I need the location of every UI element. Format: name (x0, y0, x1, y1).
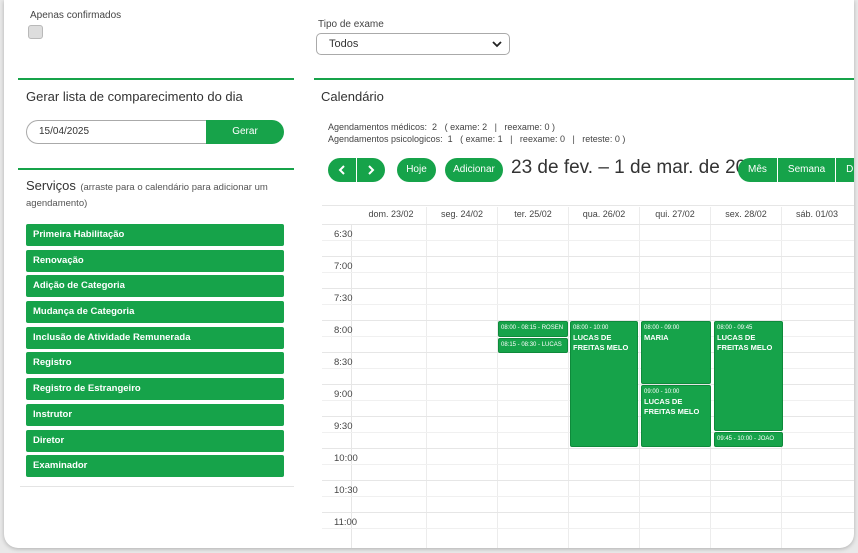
calendario-title: Calendário (321, 89, 384, 104)
grid-line (322, 496, 854, 497)
day-header-thu: qui. 27/02 (655, 209, 695, 219)
event-name: MARIA (644, 333, 669, 342)
comparecimento-date-input[interactable]: 15/04/2025 (26, 120, 208, 144)
calendar-event[interactable]: 09:45 - 10:00 - JOAO (714, 432, 783, 447)
event-time: 08:00 - 08:15 - ROSEN (501, 325, 564, 331)
day-header-fri: sex. 28/02 (725, 209, 767, 219)
tipo-exame-select[interactable]: Todos (316, 33, 510, 55)
comparecimento-title: Gerar lista de comparecimento do dia (26, 89, 243, 104)
grid-line (322, 512, 854, 513)
time-label: 7:00 (334, 261, 353, 272)
time-label: 11:00 (334, 517, 358, 528)
tipo-exame-value: Todos (329, 38, 359, 50)
servicos-card: Serviços (arraste para o calendário para… (18, 168, 294, 216)
time-label: 8:00 (334, 325, 353, 336)
grid-line (322, 480, 854, 481)
tipo-exame-label: Tipo de exame (318, 19, 384, 30)
event-time: 09:00 - 10:00 (644, 389, 680, 395)
grid-line (322, 224, 854, 225)
time-column (322, 225, 352, 548)
comparecimento-card: Gerar lista de comparecimento do dia (18, 78, 294, 158)
chevron-right-icon (368, 165, 375, 175)
service-instrutor[interactable]: Instrutor (26, 403, 284, 426)
event-name: LUCAS DE FREITAS MELO (644, 397, 700, 416)
time-label: 7:30 (334, 293, 353, 304)
day-header-sun: dom. 23/02 (368, 209, 414, 219)
day-header-tue: ter. 25/02 (514, 209, 552, 219)
grid-line (322, 448, 854, 449)
date-range-title: 23 de fev. – 1 de mar. de 2025 (511, 157, 768, 178)
psicologicos-count: Agendamentos psicologicos: 1 ( exame: 1 … (328, 134, 626, 144)
event-time: 08:00 - 10:00 (573, 325, 609, 331)
grid-line (322, 528, 854, 529)
event-time: 08:15 - 08:30 - LUCAS (501, 342, 562, 348)
time-label: 9:00 (334, 389, 353, 400)
chevron-down-icon (492, 41, 502, 48)
calendar-event[interactable]: 09:00 - 10:00 LUCAS DE FREITAS MELO (641, 385, 711, 447)
event-time: 09:45 - 10:00 - JOAO (717, 436, 775, 442)
service-primeira-habilitacao[interactable]: Primeira Habilitação (26, 224, 284, 246)
view-day-button[interactable]: Dia (836, 158, 854, 182)
services-divider (20, 486, 294, 487)
service-registro-estrangeiro[interactable]: Registro de Estrangeiro (26, 378, 284, 401)
service-registro[interactable]: Registro (26, 352, 284, 375)
grid-line (322, 272, 854, 273)
hoje-button[interactable]: Hoje (397, 158, 436, 182)
time-label: 9:30 (334, 421, 353, 432)
gerar-button[interactable]: Gerar (206, 120, 284, 144)
day-header-wed: qua. 26/02 (582, 209, 626, 219)
service-renovacao[interactable]: Renovação (26, 249, 284, 272)
view-month-button[interactable]: Mês (738, 158, 778, 182)
event-time: 08:00 - 09:00 (644, 325, 680, 331)
grid-line (322, 464, 854, 465)
day-header-mon: seg. 24/02 (440, 209, 484, 219)
event-name: LUCAS DE FREITAS MELO (717, 333, 773, 352)
medicos-count: Agendamentos médicos: 2 ( exame: 2 | ree… (328, 122, 555, 132)
service-mudanca-categoria[interactable]: Mudança de Categoria (26, 301, 284, 324)
calendar-event[interactable]: 08:00 - 08:15 - ROSEN (498, 321, 568, 337)
time-label: 8:30 (334, 357, 353, 368)
service-examinador[interactable]: Examinador (26, 455, 284, 478)
service-diretor[interactable]: Diretor (26, 429, 284, 452)
time-label: 10:30 (334, 485, 358, 496)
calendar-event[interactable]: 08:15 - 08:30 - LUCAS (498, 338, 568, 353)
time-label: 10:00 (334, 453, 358, 464)
service-adicao-categoria[interactable]: Adição de Categoria (26, 275, 284, 298)
prev-button[interactable] (328, 158, 356, 182)
chevron-left-icon (338, 165, 345, 175)
event-name: LUCAS DE FREITAS MELO (573, 333, 629, 352)
grid-line (322, 256, 854, 257)
services-list: Primeira Habilitação Renovação Adição de… (26, 224, 284, 481)
time-label: 6:30 (334, 229, 353, 240)
confirmados-checkbox[interactable] (28, 25, 43, 39)
view-switcher: Mês Semana Dia (738, 158, 854, 182)
next-button[interactable] (357, 158, 385, 182)
appointment-counts: Agendamentos médicos: 2 ( exame: 2 | ree… (328, 121, 625, 145)
view-week-button[interactable]: Semana (777, 158, 837, 182)
servicos-title: Serviços (26, 178, 76, 193)
service-inclusao-atividade[interactable]: Inclusão de Atividade Remunerada (26, 326, 284, 349)
calendar-event[interactable]: 08:00 - 10:00 LUCAS DE FREITAS MELO (570, 321, 638, 447)
calendar-event[interactable]: 08:00 - 09:00 MARIA (641, 321, 711, 384)
confirmados-label: Apenas confirmados (30, 10, 122, 21)
grid-line (322, 288, 854, 289)
adicionar-button[interactable]: Adicionar (445, 158, 503, 182)
grid-line (322, 240, 854, 241)
calendar-event[interactable]: 08:00 - 09:45 LUCAS DE FREITAS MELO (714, 321, 783, 431)
event-time: 08:00 - 09:45 (717, 325, 753, 331)
app-frame: Apenas confirmados Tipo de exame Todos G… (4, 0, 854, 548)
grid-line (322, 304, 854, 305)
day-header-sat: sáb. 01/03 (795, 209, 839, 219)
